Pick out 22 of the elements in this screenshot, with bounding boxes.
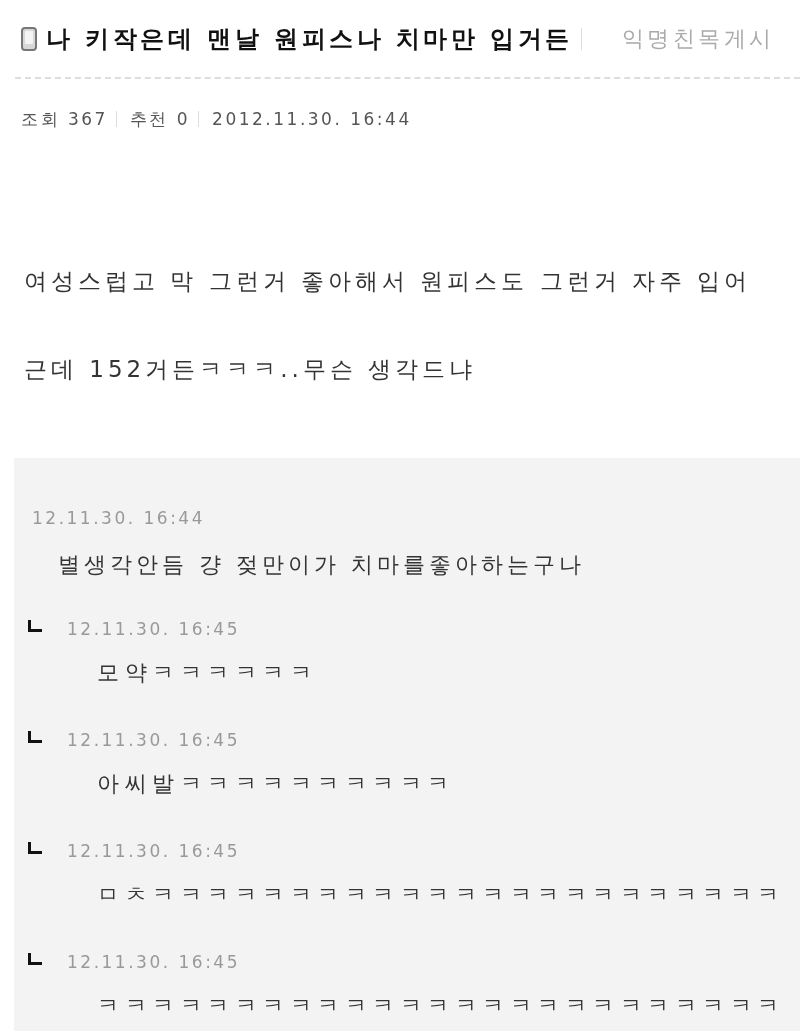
post-stat: 추천 0 [129, 107, 191, 131]
reply-text: ㅁㅊㅋㅋㅋㅋㅋㅋㅋㅋㅋㅋㅋㅋㅋㅋㅋㅋㅋㅋㅋㅋㅋㅋㅋ [97, 881, 785, 909]
reply-text: 모약ㅋㅋㅋㅋㅋㅋ [97, 659, 317, 687]
reply-date: 12.11.30. 16:45 [67, 730, 240, 750]
comment-text: 별생각안듬 걍 젖만이가 치마를좋아하는구나 [58, 551, 585, 579]
reply-date: 12.11.30. 16:45 [67, 841, 240, 861]
reply-date: 12.11.30. 16:45 [67, 619, 240, 639]
reply-corner-icon [28, 842, 42, 854]
post-date: 2012.11.30. 16:44 [212, 109, 412, 129]
post-title: 나 키작은데 맨날 원피스나 치마만 입거든 [46, 24, 573, 55]
post-text: 근데 152거든ㅋㅋㅋ..무슨 생각드냐 [24, 355, 477, 384]
reply-date: 12.11.30. 16:45 [67, 952, 240, 972]
reply-corner-icon [28, 953, 42, 965]
reply-text: 아씨발ㅋㅋㅋㅋㅋㅋㅋㅋㅋㅋ [97, 770, 455, 798]
comment-date: 12.11.30. 16:44 [32, 508, 205, 528]
reply-text: ㅋㅋㅋㅋㅋㅋㅋㅋㅋㅋㅋㅋㅋㅋㅋㅋㅋㅋㅋㅋㅋㅋㅋㅋㅋ [97, 992, 785, 1020]
board-name[interactable]: 익명친목게시 [621, 24, 775, 54]
reply-corner-icon [28, 620, 42, 632]
post-stat: 조회 367 [21, 107, 108, 131]
reply-corner-icon [28, 731, 42, 743]
post-text: 여성스럽고 막 그런거 좋아해서 원피스도 그런거 자주 입어 [24, 267, 752, 296]
mobile-phone-icon [21, 27, 37, 51]
